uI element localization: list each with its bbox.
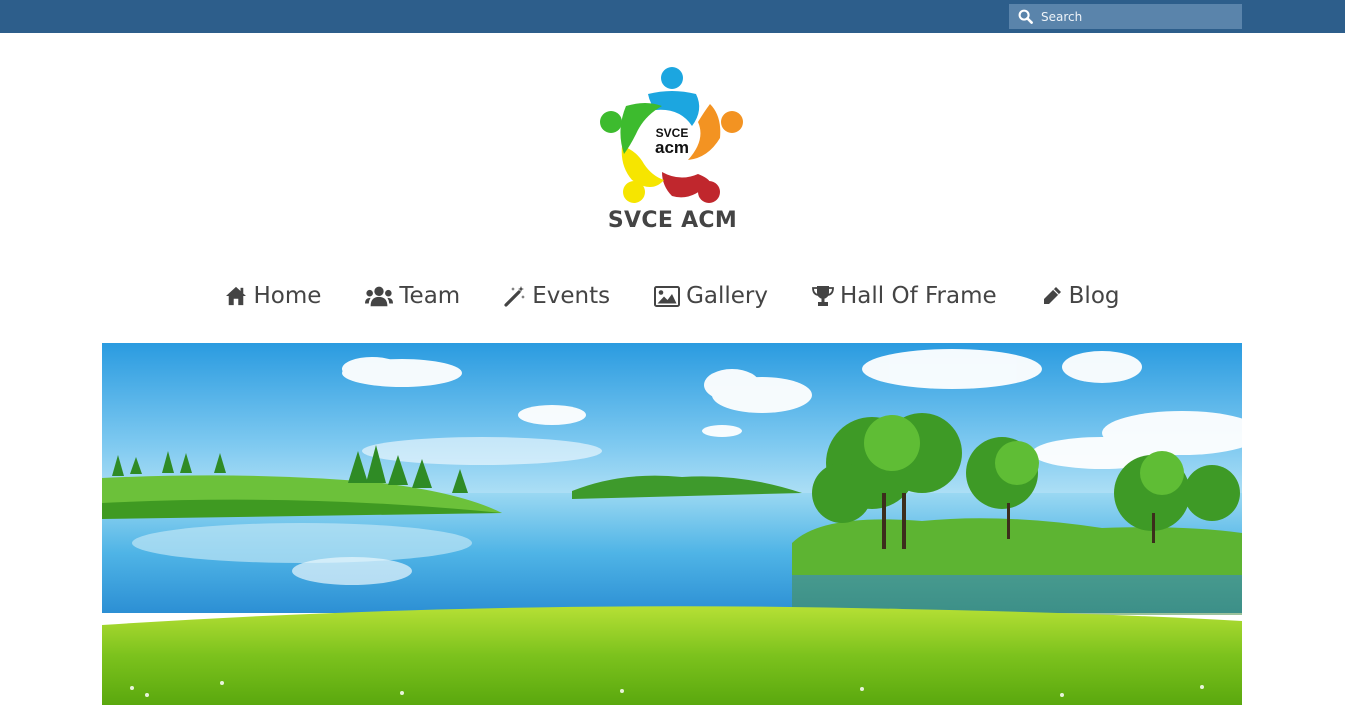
nav-label-gallery: Gallery: [686, 283, 768, 309]
nav-label-blog: Blog: [1068, 283, 1120, 309]
users-icon: [365, 286, 394, 307]
nav-label-events: Events: [532, 283, 611, 309]
site-title[interactable]: SVCE ACM: [0, 208, 1345, 233]
trophy-icon: [812, 286, 834, 306]
home-icon: [226, 286, 247, 306]
nav-item-gallery[interactable]: Gallery: [654, 283, 768, 309]
main-nav: Home Team Events Gallery Hall Of Frame B…: [0, 278, 1345, 314]
top-bar: [0, 0, 1345, 33]
nav-label-hall-of-frame: Hall Of Frame: [840, 283, 997, 309]
nav-label-team: Team: [399, 283, 461, 309]
search-box[interactable]: [1009, 4, 1242, 29]
site-logo[interactable]: SVCE acm: [596, 64, 748, 212]
nav-item-blog[interactable]: Blog: [1041, 283, 1120, 309]
nav-item-events[interactable]: Events: [504, 283, 610, 309]
search-input[interactable]: [1041, 9, 1221, 24]
image-icon: [654, 285, 681, 307]
nav-item-team[interactable]: Team: [365, 283, 460, 309]
magic-wand-icon: [504, 286, 526, 307]
nav-item-hall-of-frame[interactable]: Hall Of Frame: [812, 283, 997, 309]
nav-item-home[interactable]: Home: [225, 283, 321, 309]
pencil-icon: [1043, 287, 1061, 304]
logo-text-bottom: acm: [655, 138, 689, 157]
hero-banner-image: [102, 343, 1242, 705]
nav-label-home: Home: [253, 283, 322, 309]
search-icon: [1018, 9, 1033, 24]
